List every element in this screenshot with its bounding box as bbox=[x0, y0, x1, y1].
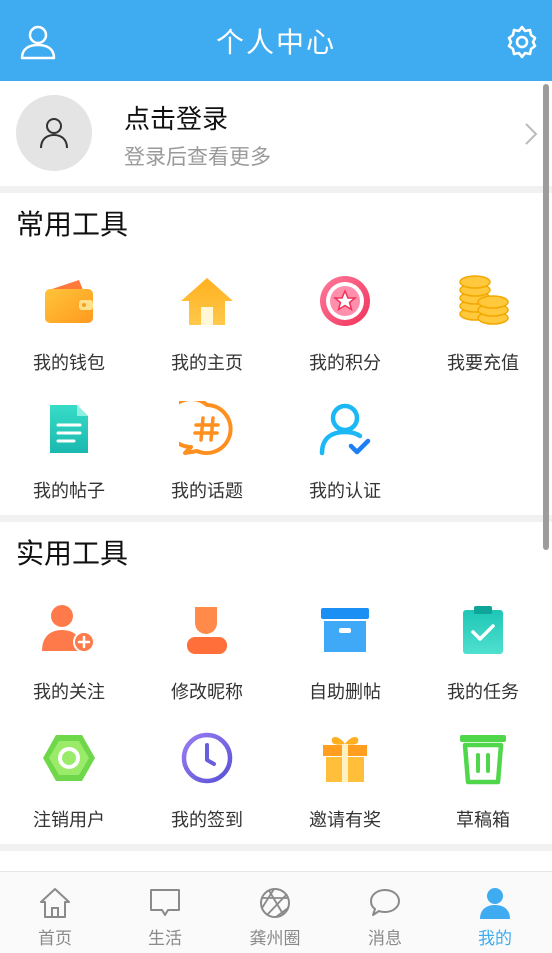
login-subtitle: 登录后查看更多 bbox=[124, 145, 271, 169]
tab-label: 消息 bbox=[368, 929, 402, 949]
tool-follow[interactable]: 我的关注 bbox=[0, 588, 138, 708]
scrollbar[interactable] bbox=[543, 84, 549, 550]
tool-wallet[interactable]: 我的钱包 bbox=[0, 259, 138, 379]
tab-label: 生活 bbox=[148, 929, 182, 949]
tool-label: 注销用户 bbox=[33, 810, 105, 831]
tool-verify[interactable]: 我的认证 bbox=[276, 387, 414, 507]
add-user-icon bbox=[42, 605, 95, 653]
verified-user-icon bbox=[319, 403, 371, 456]
tool-drafts[interactable]: 草稿箱 bbox=[414, 716, 552, 836]
tab-mine[interactable]: 我的 bbox=[440, 872, 550, 953]
trash-bin-icon bbox=[460, 735, 506, 785]
login-title[interactable]: 点击登录 bbox=[124, 99, 228, 136]
document-icon bbox=[50, 405, 88, 453]
tool-label: 我的话题 bbox=[171, 481, 243, 502]
user-outline-icon[interactable] bbox=[18, 22, 58, 62]
tool-tasks[interactable]: 我的任务 bbox=[414, 588, 552, 708]
tool-topics[interactable]: 我的话题 bbox=[138, 387, 276, 507]
avatar-placeholder-icon bbox=[40, 118, 68, 149]
tool-posts[interactable]: 我的帖子 bbox=[0, 387, 138, 507]
message-square-icon bbox=[150, 889, 180, 916]
home-icon bbox=[181, 278, 233, 325]
tool-checkin[interactable]: 我的签到 bbox=[138, 716, 276, 836]
tool-homepage[interactable]: 我的主页 bbox=[138, 259, 276, 379]
tool-label: 自助删帖 bbox=[309, 682, 381, 703]
tool-label: 草稿箱 bbox=[456, 810, 510, 831]
section-title: 实用工具 bbox=[16, 537, 129, 570]
practical-tools-section: 实用工具 我的关注 修改昵称 自助删帖 我的任务 注销用户 我的签到 邀请有奖 … bbox=[0, 522, 552, 844]
hashtag-icon bbox=[179, 401, 233, 455]
tool-label: 我的积分 bbox=[309, 353, 381, 374]
common-tools-section: 常用工具 我的钱包 我的主页 我的积分 我要充值 我的帖子 我的话题 我的认证 bbox=[0, 193, 552, 515]
tool-label: 我的主页 bbox=[171, 353, 243, 374]
tool-points[interactable]: 我的积分 bbox=[276, 259, 414, 379]
tool-recharge[interactable]: 我要充值 bbox=[414, 259, 552, 379]
archive-box-icon bbox=[321, 608, 369, 652]
login-card[interactable]: 点击登录 登录后查看更多 bbox=[0, 81, 552, 186]
avatar[interactable] bbox=[16, 95, 92, 171]
tool-label: 我要充值 bbox=[447, 353, 519, 374]
tab-circle[interactable]: 龚州圈 bbox=[220, 872, 330, 953]
home-outline-icon bbox=[40, 888, 70, 918]
star-badge-icon bbox=[320, 276, 370, 326]
tool-label: 修改昵称 bbox=[171, 682, 243, 703]
gear-icon[interactable] bbox=[504, 24, 540, 60]
tool-self-delete[interactable]: 自助删帖 bbox=[276, 588, 414, 708]
tab-messages[interactable]: 消息 bbox=[330, 872, 440, 953]
aperture-icon bbox=[260, 888, 290, 918]
tool-label: 我的认证 bbox=[309, 481, 381, 502]
user-filled-icon bbox=[480, 888, 510, 919]
gift-icon bbox=[323, 737, 367, 782]
tab-label: 首页 bbox=[38, 929, 72, 949]
tool-label: 我的签到 bbox=[171, 810, 243, 831]
edit-user-icon bbox=[187, 607, 227, 654]
tool-label: 我的钱包 bbox=[33, 353, 105, 374]
chat-bubble-icon bbox=[370, 889, 400, 916]
tool-deregister[interactable]: 注销用户 bbox=[0, 716, 138, 836]
tab-life[interactable]: 生活 bbox=[110, 872, 220, 953]
tool-label: 邀请有奖 bbox=[309, 810, 381, 831]
bottom-tab-bar: 首页 生活 龚州圈 消息 我的 bbox=[0, 871, 552, 953]
tool-edit-nickname[interactable]: 修改昵称 bbox=[138, 588, 276, 708]
coins-icon bbox=[459, 275, 509, 325]
next-section-peek bbox=[0, 851, 552, 871]
app-header: 个人中心 bbox=[0, 0, 552, 81]
tab-label: 我的 bbox=[478, 929, 512, 949]
tool-label: 我的任务 bbox=[447, 682, 519, 703]
tool-invite[interactable]: 邀请有奖 bbox=[276, 716, 414, 836]
tab-home[interactable]: 首页 bbox=[0, 872, 110, 953]
clipboard-check-icon bbox=[463, 606, 503, 654]
chevron-right-icon bbox=[525, 123, 538, 145]
section-title: 常用工具 bbox=[16, 208, 129, 241]
tool-label: 我的帖子 bbox=[33, 481, 105, 502]
hexagon-nut-icon bbox=[43, 735, 95, 781]
clock-icon bbox=[181, 732, 233, 784]
tab-label: 龚州圈 bbox=[249, 929, 301, 949]
page-title: 个人中心 bbox=[215, 25, 336, 59]
tool-label: 我的关注 bbox=[33, 682, 105, 703]
wallet-icon bbox=[45, 280, 93, 323]
